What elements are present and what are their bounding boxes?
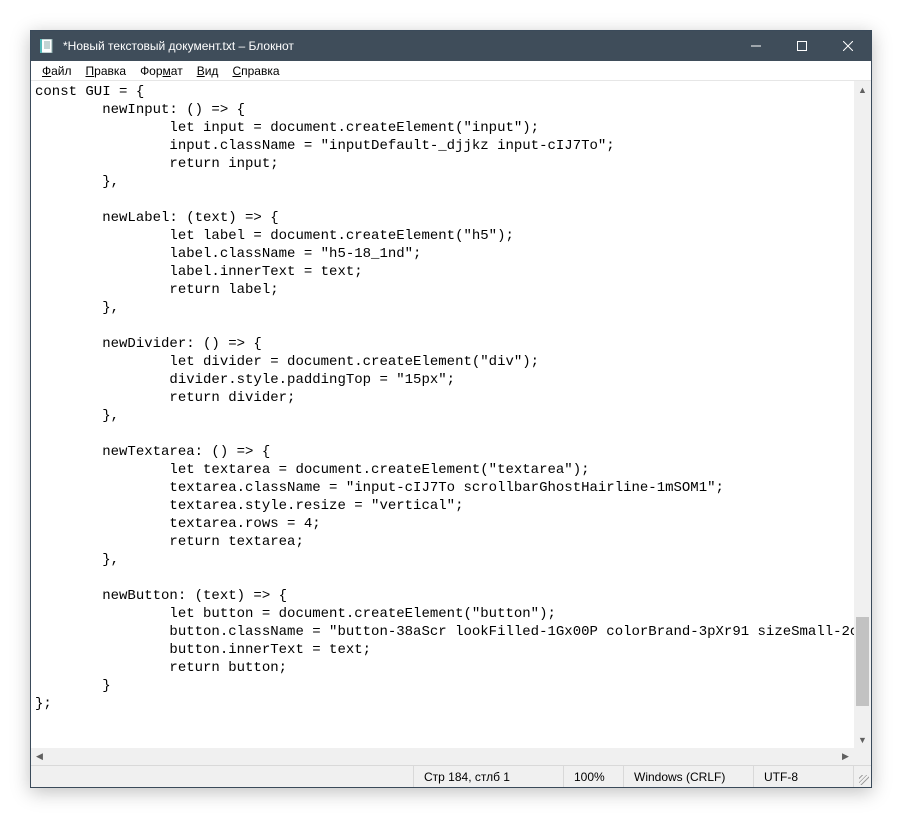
window-buttons — [733, 31, 871, 61]
menu-help[interactable]: Справка — [225, 63, 286, 79]
vertical-scrollbar[interactable]: ▲ ▼ — [854, 81, 871, 748]
scroll-right-arrow-icon[interactable]: ▶ — [837, 748, 854, 765]
vscroll-track[interactable] — [854, 98, 871, 731]
menu-file[interactable]: Файл — [35, 63, 79, 79]
menu-edit[interactable]: Правка — [79, 63, 134, 79]
menu-format[interactable]: Формат — [133, 63, 190, 79]
text-editor[interactable]: const GUI = { newInput: () => { let inpu… — [31, 81, 854, 748]
menubar: Файл Правка Формат Вид Справка — [31, 61, 871, 81]
editor-area: const GUI = { newInput: () => { let inpu… — [31, 81, 871, 765]
vscroll-thumb[interactable] — [856, 617, 869, 706]
scroll-down-arrow-icon[interactable]: ▼ — [854, 731, 871, 748]
app-icon — [39, 38, 55, 54]
statusbar: Стр 184, стлб 1 100% Windows (CRLF) UTF-… — [31, 765, 871, 787]
minimize-button[interactable] — [733, 31, 779, 61]
notepad-window: *Новый текстовый документ.txt – Блокнот … — [30, 30, 872, 788]
horizontal-scrollbar[interactable]: ◀ ▶ — [31, 748, 854, 765]
status-spacer — [31, 766, 413, 787]
window-title: *Новый текстовый документ.txt – Блокнот — [61, 39, 733, 53]
maximize-button[interactable] — [779, 31, 825, 61]
status-zoom: 100% — [563, 766, 623, 787]
scroll-up-arrow-icon[interactable]: ▲ — [854, 81, 871, 98]
menu-view[interactable]: Вид — [190, 63, 226, 79]
status-encoding: UTF-8 — [753, 766, 853, 787]
resize-grip[interactable] — [853, 766, 871, 787]
titlebar[interactable]: *Новый текстовый документ.txt – Блокнот — [31, 31, 871, 61]
status-cursor-position: Стр 184, стлб 1 — [413, 766, 563, 787]
scroll-left-arrow-icon[interactable]: ◀ — [31, 748, 48, 765]
status-line-ending: Windows (CRLF) — [623, 766, 753, 787]
close-button[interactable] — [825, 31, 871, 61]
scrollbar-corner — [854, 748, 871, 765]
